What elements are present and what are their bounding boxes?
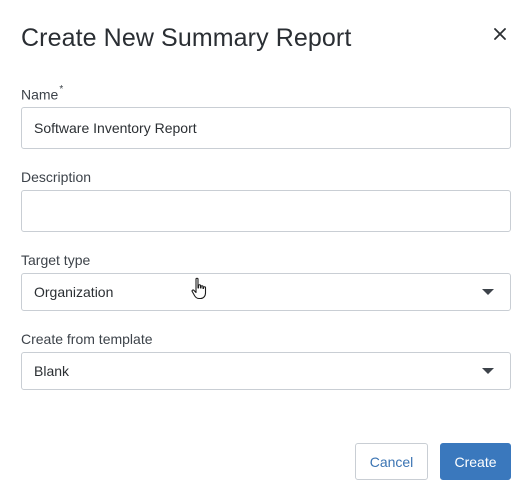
template-select[interactable]: Blank xyxy=(21,352,511,390)
template-value: Blank xyxy=(34,363,70,379)
target-type-select[interactable]: Organization xyxy=(21,273,511,311)
create-button[interactable]: Create xyxy=(440,443,511,480)
dialog-title: Create New Summary Report xyxy=(21,24,352,52)
description-input[interactable] xyxy=(21,190,511,232)
name-input[interactable] xyxy=(21,107,511,149)
cancel-button[interactable]: Cancel xyxy=(355,443,428,480)
chevron-down-icon xyxy=(482,368,494,374)
name-label-text: Name xyxy=(21,86,59,103)
name-label: Name* xyxy=(21,84,64,103)
chevron-down-icon xyxy=(482,289,494,295)
target-type-value: Organization xyxy=(34,284,114,300)
hand-pointer-icon xyxy=(191,277,207,300)
target-type-label: Target type xyxy=(21,252,91,268)
description-label: Description xyxy=(21,169,92,185)
create-summary-report-dialog: Create New Summary Report Name* Descript… xyxy=(0,0,530,499)
close-icon[interactable] xyxy=(490,24,510,44)
required-mark: * xyxy=(59,84,64,95)
template-label: Create from template xyxy=(21,331,153,347)
